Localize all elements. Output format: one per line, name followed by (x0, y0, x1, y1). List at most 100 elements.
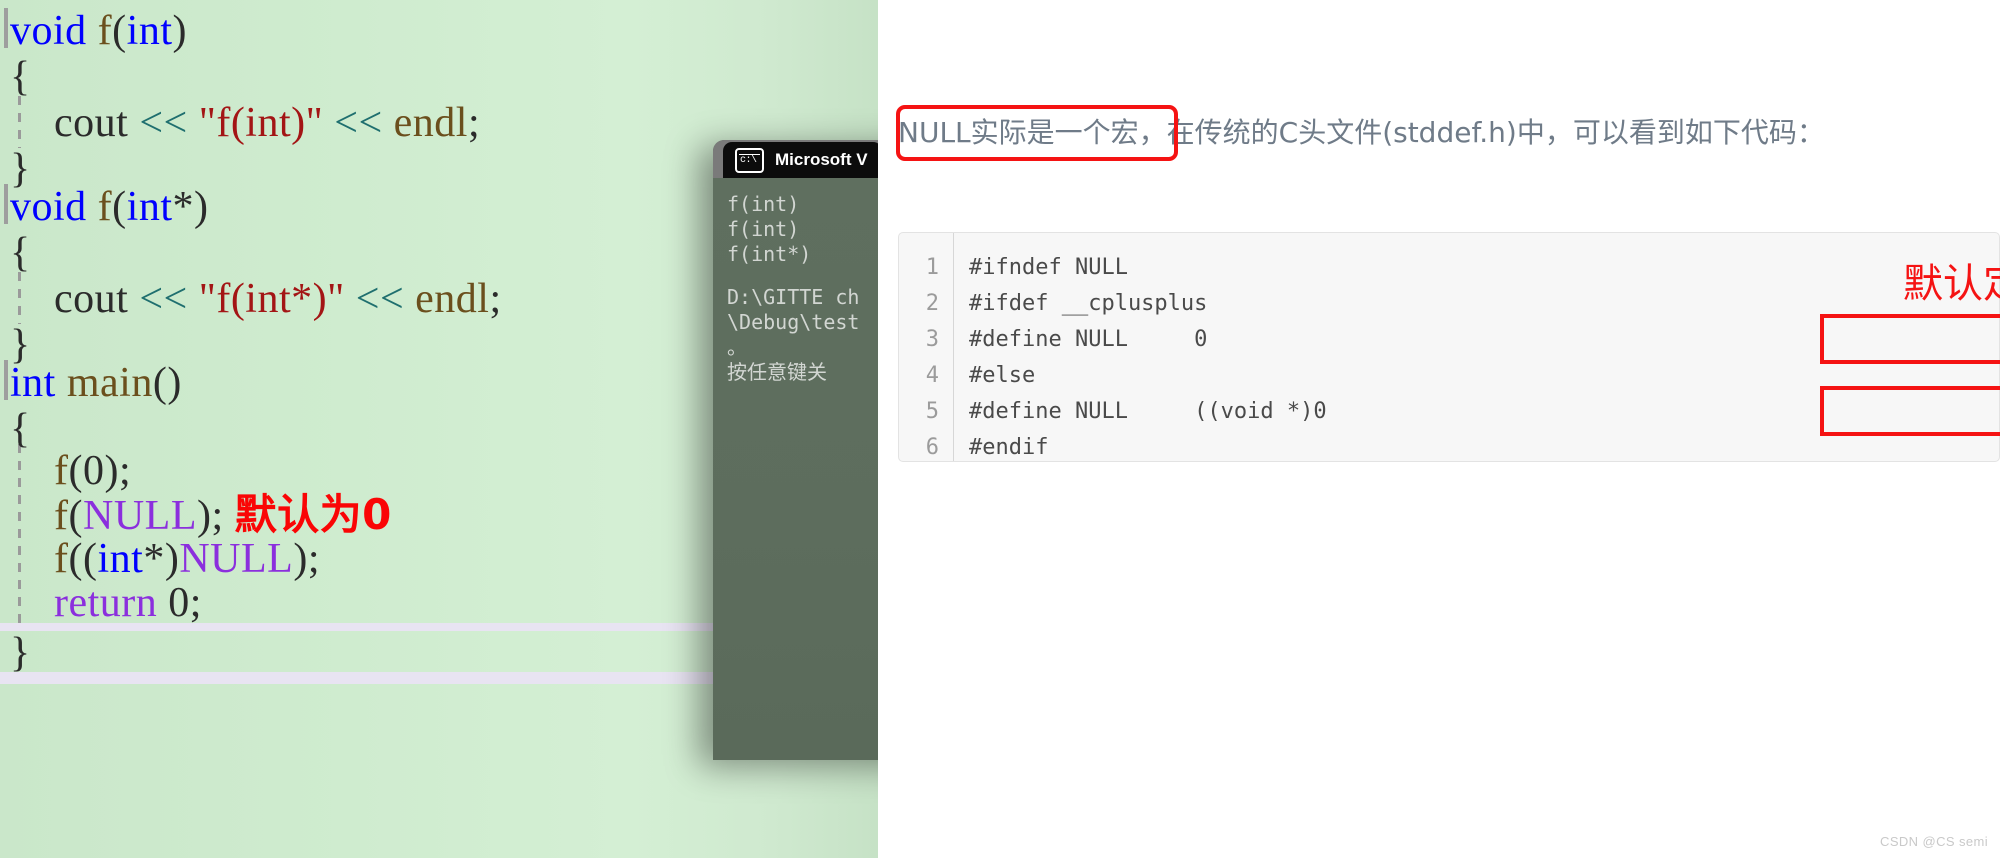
code-token: "f(int)" (198, 100, 324, 146)
code-line-row[interactable]: 1 #ifndef NULL (899, 250, 1999, 286)
code-token: * (143, 536, 165, 582)
highlight-box-line-3 (1820, 314, 2000, 364)
code-token: 默认为0 (234, 490, 392, 539)
console-output[interactable]: f(int) f(int) f(int*) D:\GITTE ch \Debug\tes… (713, 178, 878, 760)
watermark: CSDN @CS semi (1880, 834, 1988, 849)
code-token: } (10, 630, 31, 676)
terminal-icon: c:\ (735, 147, 764, 173)
debug-console-window[interactable]: c:\ Microsoft V f(int) f(int) f(int*) D:\GI… (713, 140, 878, 760)
console-line: f(int*) (727, 242, 812, 266)
editor-line[interactable]: f((int*)NULL); (0, 536, 320, 582)
code-token: int (97, 536, 144, 582)
line-number: 4 (925, 363, 939, 388)
console-tab[interactable]: c:\ Microsoft V (723, 142, 878, 178)
code-text: #ifdef __cplusplus (969, 291, 1208, 316)
editor-line[interactable]: int main() (0, 360, 182, 406)
editor-line[interactable]: void f(int*) (0, 184, 209, 230)
code-editor-panel[interactable]: void f(int){ cout << "f(int)" << endl;} v… (0, 0, 878, 858)
editor-line[interactable]: cout << "f(int)" << endl; (0, 100, 480, 146)
code-token: f (54, 536, 69, 582)
code-token: () (152, 360, 182, 406)
code-token: (0) (68, 448, 119, 494)
code-token: NULL (83, 493, 197, 539)
code-token: return (54, 580, 158, 626)
code-token: cout (10, 100, 140, 146)
editor-line[interactable]: f(0); (0, 448, 131, 494)
editor-line[interactable]: void f(int) (0, 8, 187, 54)
code-token: { (10, 54, 31, 100)
highlight-box-line-5 (1820, 386, 2000, 436)
code-token: f (97, 184, 113, 230)
code-token: f (54, 493, 69, 539)
code-text: #endif (969, 435, 1049, 460)
code-token: ( (112, 184, 127, 230)
code-token: f (54, 448, 69, 494)
code-token: int (126, 184, 173, 230)
console-line: 按任意键关 (727, 360, 827, 384)
code-token: << (355, 276, 405, 322)
code-token: int (10, 360, 56, 406)
code-token: ; (489, 276, 502, 322)
code-token: ( (112, 8, 127, 54)
editor-line[interactable]: cout << "f(int*)" << endl; (0, 276, 502, 322)
code-token: ; (118, 448, 132, 494)
code-token: { (10, 406, 31, 452)
code-text: #define NULL ((void *)0 (969, 399, 1327, 424)
code-text: #else (969, 363, 1036, 388)
article-panel: NULL实际是一个宏，在传统的C头文件(stddef.h)中，可以看到如下代码：… (878, 0, 2000, 858)
console-title-bar[interactable]: c:\ Microsoft V (713, 140, 878, 178)
editor-line[interactable]: { (0, 54, 31, 100)
line-number: 5 (925, 399, 939, 424)
heading-highlight-box (896, 105, 1178, 161)
code-token: ; (211, 493, 235, 539)
code-token: ) (293, 536, 308, 582)
code-text: #define NULL 0 (969, 327, 1208, 352)
code-token: int (126, 8, 173, 54)
terminal-icon-label: c:\ (740, 154, 757, 166)
editor-line[interactable]: } (0, 630, 31, 676)
code-token: main (66, 360, 153, 406)
annotation-default-definition: 默认定义 (1903, 261, 2000, 307)
code-token: void (10, 184, 87, 230)
code-token: { (10, 230, 31, 276)
editor-line[interactable]: { (0, 406, 31, 452)
code-token: ; (307, 536, 320, 582)
line-number: 6 (925, 435, 939, 460)
code-token: << (139, 276, 188, 322)
line-number: 1 (925, 255, 939, 280)
code-token: << (334, 100, 383, 146)
line-number: 3 (925, 327, 939, 352)
code-token: ) (194, 184, 209, 230)
code-token: ) (172, 8, 188, 54)
console-line: \Debug\test (727, 310, 860, 334)
code-token: ) (164, 536, 180, 582)
code-token: f (97, 8, 113, 54)
console-line: f(int) (727, 217, 800, 241)
console-tab-title: Microsoft V (775, 150, 868, 169)
code-token: (( (68, 536, 98, 582)
editor-line[interactable]: { (0, 230, 31, 276)
code-token: ) (196, 493, 212, 539)
line-number: 2 (925, 291, 939, 316)
code-token: ( (68, 493, 83, 539)
code-token: endl (415, 276, 490, 322)
code-token: "f(int*)" (198, 276, 345, 322)
editor-line[interactable]: return 0; (0, 580, 202, 626)
code-token: << (139, 100, 188, 146)
console-line: f(int) (727, 192, 800, 216)
heading-rest-text: 在传统的C头文件(stddef.h)中，可以看到如下代码： (1166, 116, 1825, 149)
editor-line[interactable]: f(NULL); 默认为0 (0, 490, 392, 540)
